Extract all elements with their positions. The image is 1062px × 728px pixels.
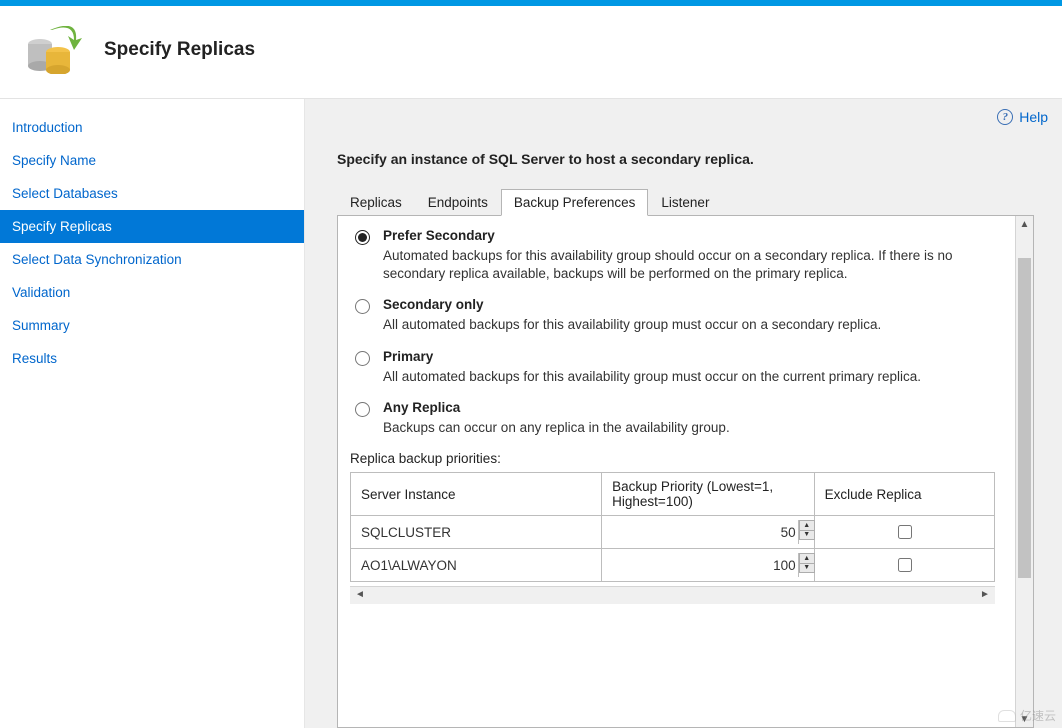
option-secondary-only[interactable]: Secondary only All automated backups for…	[350, 297, 995, 334]
table-header-row: Server Instance Backup Priority (Lowest=…	[351, 473, 995, 516]
sidebar-item-select-databases[interactable]: Select Databases	[0, 177, 304, 210]
tab-endpoints[interactable]: Endpoints	[415, 189, 501, 215]
option-title: Any Replica	[383, 400, 995, 415]
watermark-text: 亿速云	[1020, 707, 1056, 724]
radio-primary[interactable]	[355, 351, 370, 366]
sidebar-item-results[interactable]: Results	[0, 342, 304, 375]
scroll-up-icon[interactable]: ▲	[1016, 216, 1033, 232]
option-desc: All automated backups for this availabil…	[383, 316, 995, 334]
option-any-replica[interactable]: Any Replica Backups can occur on any rep…	[350, 400, 995, 437]
database-replica-icon	[24, 26, 84, 74]
main-panel: ? Help Specify an instance of SQL Server…	[305, 99, 1062, 728]
panel-scroll-area[interactable]: Prefer Secondary Automated backups for t…	[338, 216, 1015, 727]
tab-replicas[interactable]: Replicas	[337, 189, 415, 215]
sidebar-item-summary[interactable]: Summary	[0, 309, 304, 342]
spin-down-icon[interactable]: ▼	[799, 530, 815, 540]
tab-backup-preferences[interactable]: Backup Preferences	[501, 189, 649, 216]
help-icon: ?	[997, 109, 1013, 125]
radio-any-replica[interactable]	[355, 402, 370, 417]
backup-preferences-panel: Prefer Secondary Automated backups for t…	[337, 216, 1034, 728]
cell-priority[interactable]: 100 ▲ ▼	[602, 549, 815, 582]
sidebar-item-specify-name[interactable]: Specify Name	[0, 144, 304, 177]
option-title: Secondary only	[383, 297, 995, 312]
exclude-checkbox[interactable]	[898, 558, 912, 572]
help-label: Help	[1019, 109, 1048, 125]
horizontal-scrollbar[interactable]: ◄ ►	[350, 586, 995, 604]
cell-server: AO1\ALWAYON	[351, 549, 602, 582]
cell-exclude[interactable]	[814, 516, 994, 549]
cloud-icon	[998, 710, 1016, 722]
table-row[interactable]: SQLCLUSTER 50 ▲ ▼	[351, 516, 995, 549]
scroll-left-icon[interactable]: ◄	[352, 589, 368, 603]
tabstrip: Replicas Endpoints Backup Preferences Li…	[337, 189, 1034, 216]
sidebar-item-select-data-sync[interactable]: Select Data Synchronization	[0, 243, 304, 276]
priority-value[interactable]: 50	[602, 520, 798, 544]
option-desc: Backups can occur on any replica in the …	[383, 419, 995, 437]
priority-spinner[interactable]: ▲ ▼	[798, 520, 814, 544]
exclude-checkbox[interactable]	[898, 525, 912, 539]
col-exclude-replica[interactable]: Exclude Replica	[814, 473, 994, 516]
help-link[interactable]: ? Help	[997, 109, 1048, 125]
priorities-label: Replica backup priorities:	[350, 451, 995, 466]
priorities-table: Server Instance Backup Priority (Lowest=…	[350, 472, 995, 582]
col-backup-priority[interactable]: Backup Priority (Lowest=1, Highest=100)	[602, 473, 815, 516]
cell-server: SQLCLUSTER	[351, 516, 602, 549]
wizard-window: Specify Replicas Introduction Specify Na…	[0, 0, 1062, 728]
option-desc: All automated backups for this availabil…	[383, 368, 995, 386]
col-server-instance[interactable]: Server Instance	[351, 473, 602, 516]
radio-prefer-secondary[interactable]	[355, 230, 370, 245]
wizard-header: Specify Replicas	[0, 6, 1062, 99]
cell-priority[interactable]: 50 ▲ ▼	[602, 516, 815, 549]
page-title: Specify Replicas	[104, 39, 255, 61]
option-desc: Automated backups for this availability …	[383, 247, 995, 283]
table-row[interactable]: AO1\ALWAYON 100 ▲ ▼	[351, 549, 995, 582]
sidebar-item-specify-replicas[interactable]: Specify Replicas	[0, 210, 304, 243]
option-title: Primary	[383, 349, 995, 364]
priority-spinner[interactable]: ▲ ▼	[798, 553, 814, 577]
option-primary[interactable]: Primary All automated backups for this a…	[350, 349, 995, 386]
cell-exclude[interactable]	[814, 549, 994, 582]
instruction-text: Specify an instance of SQL Server to hos…	[337, 151, 1062, 167]
sidebar-item-introduction[interactable]: Introduction	[0, 111, 304, 144]
watermark: 亿速云	[998, 707, 1056, 724]
priority-value[interactable]: 100	[602, 553, 798, 577]
wizard-steps-sidebar: Introduction Specify Name Select Databas…	[0, 99, 305, 728]
sidebar-item-validation[interactable]: Validation	[0, 276, 304, 309]
scroll-track[interactable]	[1018, 232, 1031, 711]
spin-down-icon[interactable]: ▼	[799, 563, 815, 573]
option-prefer-secondary[interactable]: Prefer Secondary Automated backups for t…	[350, 228, 995, 283]
option-title: Prefer Secondary	[383, 228, 995, 243]
spin-up-icon[interactable]: ▲	[799, 553, 815, 563]
scroll-right-icon[interactable]: ►	[977, 589, 993, 603]
wizard-body: Introduction Specify Name Select Databas…	[0, 99, 1062, 728]
scroll-thumb[interactable]	[1018, 258, 1031, 578]
tab-listener[interactable]: Listener	[648, 189, 722, 215]
radio-secondary-only[interactable]	[355, 299, 370, 314]
vertical-scrollbar[interactable]: ▲ ▼	[1015, 216, 1033, 727]
spin-up-icon[interactable]: ▲	[799, 520, 815, 530]
